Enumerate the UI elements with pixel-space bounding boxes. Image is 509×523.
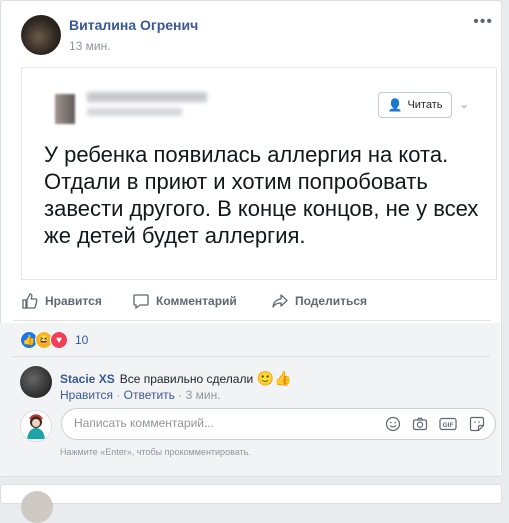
comment-input[interactable] bbox=[72, 415, 376, 431]
blurred-handle bbox=[87, 108, 182, 116]
sticker-icon[interactable] bbox=[468, 415, 486, 433]
comment-text: Все правильно сделали bbox=[119, 372, 254, 386]
actions-divider bbox=[13, 320, 491, 321]
post-actions: Нравится Комментарий Поделиться bbox=[1, 286, 503, 316]
comment-body: Stacie XS Все правильно сделали 🙂👍 bbox=[60, 370, 291, 387]
reaction-count[interactable]: 10 bbox=[75, 333, 88, 347]
comment-label: Комментарий bbox=[156, 294, 237, 308]
comment-button[interactable]: Комментарий bbox=[132, 286, 237, 316]
tweet-text: У ребенка появилась аллергия на кота. От… bbox=[44, 142, 479, 248]
commenter-name[interactable]: Stacie XS bbox=[60, 372, 115, 386]
my-avatar[interactable] bbox=[20, 410, 52, 442]
comment-reply-link[interactable]: Ответить bbox=[124, 388, 175, 402]
thumbs-up-icon bbox=[22, 293, 38, 309]
camera-icon[interactable] bbox=[411, 415, 429, 433]
post-time[interactable]: 13 мин. bbox=[69, 39, 111, 53]
gif-label: GIF bbox=[443, 422, 454, 429]
reactions-divider bbox=[12, 356, 490, 357]
more-options-icon[interactable]: ••• bbox=[473, 13, 493, 31]
share-arrow-icon bbox=[272, 294, 288, 308]
share-label: Поделиться bbox=[295, 294, 368, 308]
reactions-summary[interactable]: 👍 😆 ♥ 10 bbox=[20, 330, 88, 350]
dot-separator: · bbox=[116, 388, 121, 402]
composer-hint: Нажмите «Enter», чтобы прокомментировать… bbox=[60, 447, 251, 457]
next-post-card bbox=[0, 484, 502, 523]
chevron-down-icon: ⌄ bbox=[459, 97, 470, 111]
emoji-icon[interactable] bbox=[384, 415, 402, 433]
love-reaction-icon: ♥ bbox=[50, 331, 68, 349]
blurred-avatar bbox=[55, 94, 75, 124]
commenter-avatar[interactable] bbox=[20, 366, 52, 398]
comment-bubble-icon bbox=[133, 294, 149, 310]
like-label: Нравится bbox=[45, 294, 102, 308]
share-button[interactable]: Поделиться bbox=[271, 286, 367, 316]
gif-icon[interactable]: GIF bbox=[439, 415, 457, 433]
character-avatar-icon bbox=[27, 414, 45, 439]
dot-separator: · bbox=[178, 388, 183, 402]
follow-button: 👤 Читать bbox=[378, 92, 452, 118]
author-avatar[interactable] bbox=[21, 15, 61, 55]
comment-links: Нравится · Ответить · 3 мин. bbox=[60, 388, 221, 402]
comment-time[interactable]: 3 мин. bbox=[186, 388, 221, 402]
add-person-icon: 👤 bbox=[387, 98, 403, 112]
comment-like-link[interactable]: Нравится bbox=[60, 388, 113, 402]
next-post-avatar[interactable] bbox=[21, 491, 53, 523]
like-button[interactable]: Нравится bbox=[21, 286, 102, 316]
comment-emoji: 🙂👍 bbox=[256, 370, 292, 386]
follow-label: Читать bbox=[407, 99, 443, 111]
comment-composer[interactable]: GIF bbox=[61, 408, 496, 440]
author-name[interactable]: Виталина Огренич bbox=[69, 17, 198, 33]
blurred-name bbox=[87, 92, 207, 102]
shared-screenshot[interactable]: 👤 Читать ⌄ У ребенка появилась аллергия … bbox=[21, 67, 497, 280]
